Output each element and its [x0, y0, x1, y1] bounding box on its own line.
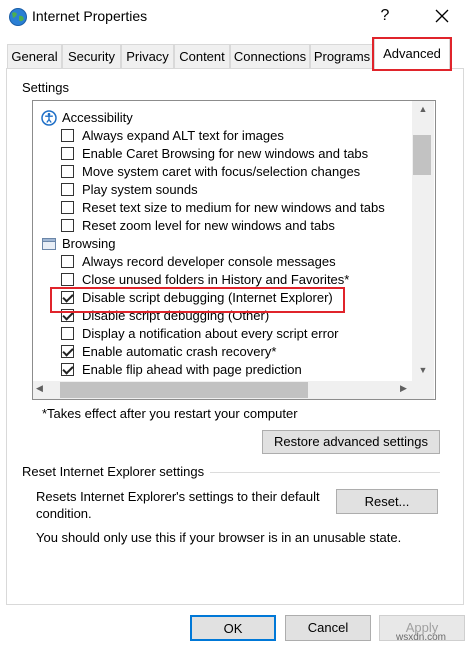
horizontal-scroll-thumb[interactable]	[60, 382, 308, 398]
reset-button[interactable]: Reset...	[336, 489, 438, 514]
checkbox[interactable]	[61, 165, 74, 178]
vertical-scroll-thumb[interactable]	[413, 135, 431, 175]
checkbox-checked[interactable]	[61, 291, 74, 304]
setting-label: Enable Caret Browsing for new windows an…	[82, 146, 369, 161]
tab-connections[interactable]: Connections	[230, 44, 310, 68]
checkbox[interactable]	[61, 219, 74, 232]
group-divider	[210, 472, 440, 473]
window-title: Internet Properties	[32, 8, 148, 24]
scroll-down-icon[interactable]: ▼	[412, 365, 434, 375]
settings-heading: Settings	[22, 80, 69, 95]
checkbox-checked[interactable]	[61, 345, 74, 358]
checkbox[interactable]	[61, 183, 74, 196]
checkbox-checked[interactable]	[61, 309, 74, 322]
reset-description: Resets Internet Explorer's settings to t…	[36, 489, 320, 521]
setting-label: Move system caret with focus/selection c…	[82, 164, 361, 179]
tab-security[interactable]: Security	[62, 44, 121, 68]
checkbox[interactable]	[61, 255, 74, 268]
accessibility-icon	[41, 110, 57, 126]
setting-label: Reset text size to medium for new window…	[82, 200, 385, 215]
tab-general[interactable]: General	[7, 44, 62, 68]
checkbox[interactable]	[61, 327, 74, 340]
ok-button[interactable]: OK	[190, 615, 276, 641]
browsing-folder-icon	[42, 238, 56, 250]
setting-label: Reset zoom level for new windows and tab…	[82, 218, 335, 233]
setting-label: Close unused folders in History and Favo…	[82, 272, 350, 287]
setting-label: Display a notification about every scrip…	[82, 326, 339, 341]
group-label: Accessibility	[62, 110, 133, 125]
checkbox-checked[interactable]	[61, 363, 74, 376]
checkbox[interactable]	[61, 201, 74, 214]
reset-group-label: Reset Internet Explorer settings	[22, 464, 205, 479]
help-button[interactable]: ?	[374, 5, 396, 27]
setting-label: Disable script debugging (Internet Explo…	[82, 290, 333, 305]
setting-label: Play system sounds	[82, 182, 198, 197]
setting-label: Always expand ALT text for images	[82, 128, 284, 143]
close-button[interactable]	[430, 5, 454, 27]
tab-privacy[interactable]: Privacy	[121, 44, 174, 68]
internet-explorer-globe-icon	[9, 8, 27, 26]
setting-label: Enable flip ahead with page prediction	[82, 362, 302, 377]
tab-advanced[interactable]: Advanced	[374, 38, 450, 70]
tab-programs[interactable]: Programs	[310, 44, 374, 68]
setting-label: Enable automatic crash recovery*	[82, 344, 277, 359]
scroll-up-icon[interactable]: ▲	[412, 104, 434, 114]
checkbox[interactable]	[61, 147, 74, 160]
cancel-button[interactable]: Cancel	[285, 615, 371, 641]
watermark: wsxdn.com	[396, 632, 447, 643]
checkbox[interactable]	[61, 273, 74, 286]
settings-tree[interactable]: Accessibility Always expand ALT text for…	[32, 100, 436, 400]
reset-warning: You should only use this if your browser…	[36, 530, 402, 545]
setting-label: Disable script debugging (Other)	[82, 308, 270, 323]
checkbox[interactable]	[61, 129, 74, 142]
close-icon	[435, 9, 449, 23]
scroll-left-icon[interactable]: ◀	[36, 383, 43, 394]
restart-note: *Takes effect after you restart your com…	[42, 406, 298, 421]
group-label: Browsing	[62, 236, 116, 251]
tab-content[interactable]: Content	[174, 44, 230, 68]
scroll-right-icon[interactable]: ▶	[400, 383, 407, 394]
setting-label: Always record developer console messages	[82, 254, 336, 269]
scrollbar-corner	[412, 381, 434, 399]
restore-advanced-settings-button[interactable]: Restore advanced settings	[262, 430, 440, 454]
